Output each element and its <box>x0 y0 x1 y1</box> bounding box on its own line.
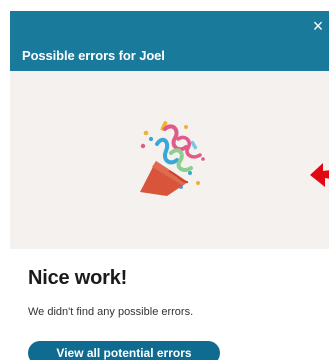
possible-errors-panel: × Possible errors for Joel Nice work! We… <box>0 0 329 360</box>
success-title: Nice work! <box>28 267 128 289</box>
red-arrow-icon <box>310 163 329 187</box>
success-message: We didn't find any possible errors. <box>28 306 194 318</box>
success-illustration-area <box>10 71 329 249</box>
view-all-potential-errors-button[interactable]: View all potential errors <box>28 341 220 360</box>
party-popper-icon <box>140 121 205 196</box>
close-icon[interactable]: × <box>309 17 327 35</box>
panel-title: Possible errors for Joel <box>22 48 165 63</box>
panel-header: × Possible errors for Joel <box>10 11 329 71</box>
